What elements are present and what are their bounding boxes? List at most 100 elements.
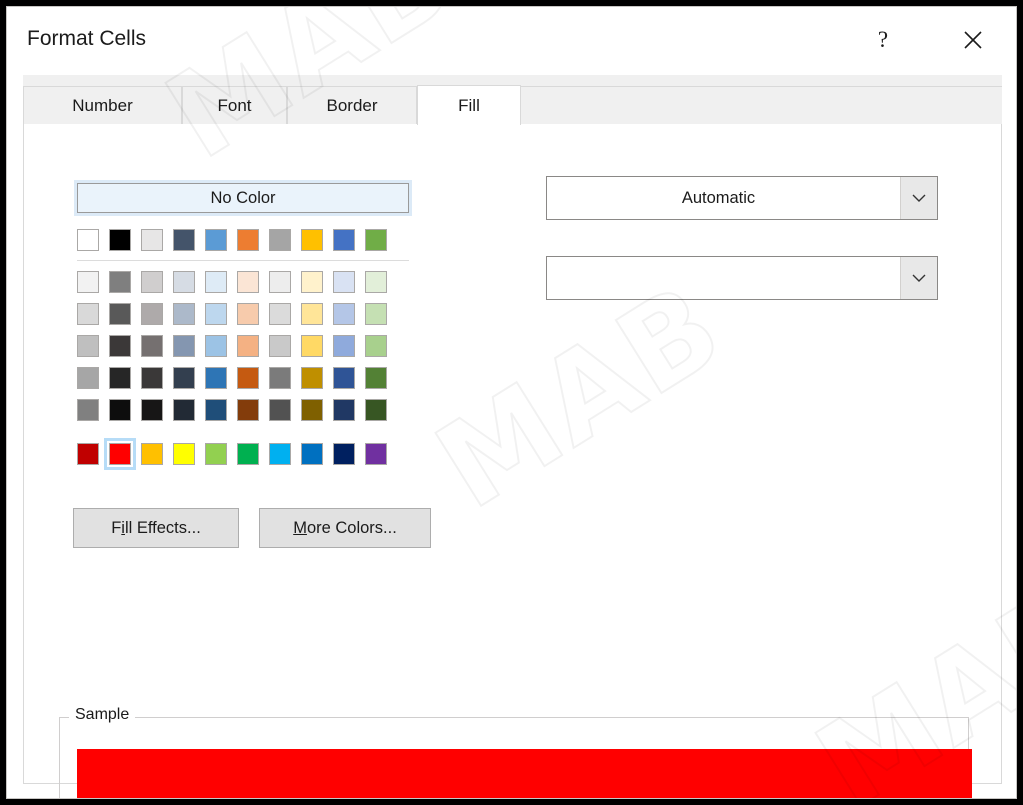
theme-variant-swatch-0-6[interactable] (269, 271, 291, 293)
theme-variant-swatch-2-7[interactable] (301, 335, 323, 357)
theme-variant-swatch-3-1[interactable] (109, 367, 131, 389)
theme-variant-swatch-4-6[interactable] (269, 399, 291, 421)
chevron-down-icon[interactable] (900, 177, 937, 219)
theme-variant-swatch-2-9[interactable] (365, 335, 387, 357)
color-swatch[interactable] (365, 367, 387, 389)
color-swatch[interactable] (77, 303, 99, 325)
color-swatch[interactable] (173, 271, 195, 293)
color-swatch[interactable] (205, 303, 227, 325)
color-swatch[interactable] (205, 399, 227, 421)
theme-variant-swatch-3-2[interactable] (141, 367, 163, 389)
theme-variant-swatch-1-0[interactable] (77, 303, 99, 325)
color-swatch[interactable] (365, 229, 387, 251)
color-swatch[interactable] (109, 367, 131, 389)
color-swatch[interactable] (269, 229, 291, 251)
standard-color-swatch-7[interactable] (301, 443, 323, 465)
theme-variant-swatch-2-8[interactable] (333, 335, 355, 357)
color-swatch[interactable] (269, 303, 291, 325)
color-swatch[interactable] (333, 271, 355, 293)
color-swatch[interactable] (173, 335, 195, 357)
color-swatch[interactable] (173, 303, 195, 325)
color-swatch[interactable] (237, 229, 259, 251)
standard-color-swatch-1[interactable] (104, 438, 136, 470)
color-swatch[interactable] (333, 335, 355, 357)
theme-variant-swatch-3-6[interactable] (269, 367, 291, 389)
standard-color-swatch-3[interactable] (173, 443, 195, 465)
color-swatch[interactable] (109, 303, 131, 325)
color-swatch[interactable] (333, 443, 355, 465)
theme-variant-swatch-4-9[interactable] (365, 399, 387, 421)
color-swatch[interactable] (237, 443, 259, 465)
theme-color-swatch-7[interactable] (301, 229, 323, 251)
color-swatch[interactable] (237, 367, 259, 389)
theme-variant-swatch-0-8[interactable] (333, 271, 355, 293)
theme-variant-swatch-4-5[interactable] (237, 399, 259, 421)
theme-variant-swatch-3-4[interactable] (205, 367, 227, 389)
color-swatch[interactable] (205, 443, 227, 465)
theme-variant-swatch-0-5[interactable] (237, 271, 259, 293)
color-swatch[interactable] (205, 229, 227, 251)
theme-color-swatch-3[interactable] (173, 229, 195, 251)
help-button[interactable]: ? (860, 17, 906, 63)
theme-variant-swatch-4-0[interactable] (77, 399, 99, 421)
no-color-button[interactable]: No Color (77, 183, 409, 213)
theme-variant-swatch-1-7[interactable] (301, 303, 323, 325)
pattern-color-combobox[interactable]: Automatic (546, 176, 938, 220)
color-swatch[interactable] (141, 367, 163, 389)
theme-variant-swatch-4-2[interactable] (141, 399, 163, 421)
color-swatch[interactable] (333, 303, 355, 325)
color-swatch[interactable] (333, 399, 355, 421)
color-swatch[interactable] (109, 399, 131, 421)
color-swatch[interactable] (77, 367, 99, 389)
theme-variant-swatch-3-7[interactable] (301, 367, 323, 389)
color-swatch[interactable] (109, 229, 131, 251)
theme-variant-swatch-0-7[interactable] (301, 271, 323, 293)
theme-variant-swatch-1-3[interactable] (173, 303, 195, 325)
theme-color-swatch-8[interactable] (333, 229, 355, 251)
theme-variant-swatch-0-3[interactable] (173, 271, 195, 293)
standard-color-swatch-0[interactable] (77, 443, 99, 465)
color-swatch[interactable] (365, 303, 387, 325)
theme-variant-swatch-0-1[interactable] (109, 271, 131, 293)
color-swatch[interactable] (301, 229, 323, 251)
color-swatch[interactable] (141, 443, 163, 465)
theme-variant-swatch-4-3[interactable] (173, 399, 195, 421)
theme-variant-swatch-2-6[interactable] (269, 335, 291, 357)
color-swatch[interactable] (141, 229, 163, 251)
color-swatch[interactable] (269, 271, 291, 293)
theme-variant-swatch-2-5[interactable] (237, 335, 259, 357)
theme-variant-swatch-4-1[interactable] (109, 399, 131, 421)
theme-variant-swatch-4-4[interactable] (205, 399, 227, 421)
theme-variant-swatch-4-8[interactable] (333, 399, 355, 421)
color-swatch[interactable] (205, 271, 227, 293)
color-swatch[interactable] (269, 443, 291, 465)
color-swatch[interactable] (301, 399, 323, 421)
theme-variant-swatch-3-5[interactable] (237, 367, 259, 389)
color-swatch[interactable] (77, 399, 99, 421)
color-swatch[interactable] (333, 229, 355, 251)
color-swatch[interactable] (109, 443, 131, 465)
standard-color-swatch-4[interactable] (205, 443, 227, 465)
more-colors-button[interactable]: More Colors... (259, 508, 431, 548)
color-swatch[interactable] (77, 271, 99, 293)
color-swatch[interactable] (173, 399, 195, 421)
standard-color-swatch-5[interactable] (237, 443, 259, 465)
theme-variant-swatch-2-4[interactable] (205, 335, 227, 357)
fill-effects-button[interactable]: Fi ll Effects... (73, 508, 239, 548)
color-swatch[interactable] (301, 335, 323, 357)
theme-variant-swatch-1-1[interactable] (109, 303, 131, 325)
theme-variant-swatch-1-2[interactable] (141, 303, 163, 325)
color-swatch[interactable] (365, 271, 387, 293)
theme-color-swatch-9[interactable] (365, 229, 387, 251)
standard-color-swatch-2[interactable] (141, 443, 163, 465)
color-swatch[interactable] (237, 303, 259, 325)
color-swatch[interactable] (109, 335, 131, 357)
theme-variant-swatch-2-3[interactable] (173, 335, 195, 357)
theme-variant-swatch-4-7[interactable] (301, 399, 323, 421)
color-swatch[interactable] (301, 367, 323, 389)
color-swatch[interactable] (269, 335, 291, 357)
theme-variant-swatch-0-2[interactable] (141, 271, 163, 293)
color-swatch[interactable] (205, 367, 227, 389)
color-swatch[interactable] (365, 399, 387, 421)
theme-color-swatch-4[interactable] (205, 229, 227, 251)
